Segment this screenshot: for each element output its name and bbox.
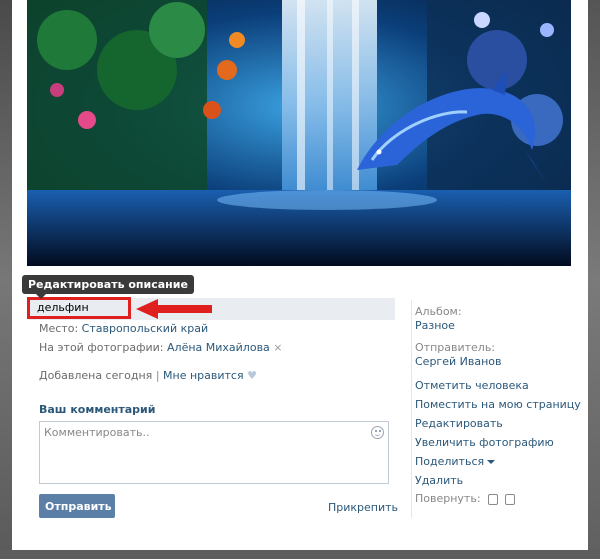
action-enlarge[interactable]: Увеличить фотографию: [415, 436, 554, 449]
tagged-label: На этой фотографии:: [39, 341, 164, 354]
like-link[interactable]: Мне нравится: [163, 369, 244, 382]
description-text: дельфин: [37, 301, 89, 314]
rotate-left-icon[interactable]: [487, 493, 498, 505]
album-link[interactable]: Разное: [415, 319, 455, 332]
album-label: Альбом:: [415, 305, 462, 318]
dim-overlay-bottom: [0, 549, 600, 559]
dim-overlay-left: [0, 0, 12, 559]
red-arrow-icon: [136, 299, 212, 319]
send-button[interactable]: Отправить: [39, 494, 115, 518]
place-row: Место: Ставропольский край: [39, 322, 208, 335]
tagged-person-link[interactable]: Алёна Михайлова: [167, 341, 270, 354]
sender-link[interactable]: Сергей Иванов: [415, 355, 501, 368]
comment-title: Ваш комментарий: [39, 403, 156, 416]
place-link[interactable]: Ставропольский край: [82, 322, 208, 335]
added-date: Добавлена сегодня: [39, 369, 153, 382]
share-label: Поделиться: [415, 455, 485, 468]
edit-description-tooltip: Редактировать описание: [22, 275, 194, 299]
place-label: Место:: [39, 322, 79, 335]
sender-label: Отправитель:: [415, 341, 496, 354]
added-row: Добавлена сегодня | Мне нравится ♥: [39, 369, 257, 382]
heart-icon[interactable]: ♥: [247, 369, 257, 382]
tagged-row: На этой фотографии: Алёна Михайлова ×: [39, 341, 283, 354]
separator: |: [155, 369, 160, 382]
chevron-down-icon: [487, 460, 496, 464]
action-post-to-page[interactable]: Поместить на мою страницу: [415, 398, 581, 411]
action-tag-person[interactable]: Отметить человека: [415, 379, 529, 392]
comment-placeholder: Комментировать..: [44, 426, 150, 439]
action-share[interactable]: Поделиться: [415, 455, 496, 468]
action-delete[interactable]: Удалить: [415, 474, 463, 487]
column-divider: [411, 300, 412, 518]
attach-link[interactable]: Прикрепить: [328, 501, 398, 514]
comment-input[interactable]: Комментировать..: [39, 421, 389, 484]
dim-overlay-right: [586, 0, 600, 559]
photo-image[interactable]: [27, 0, 571, 266]
rotate-row: Повернуть:: [415, 492, 515, 505]
rotate-label: Повернуть:: [415, 492, 481, 505]
dolphin-photo: [27, 0, 571, 266]
action-edit[interactable]: Редактировать: [415, 417, 503, 430]
rotate-right-icon[interactable]: [504, 493, 515, 505]
description-field[interactable]: дельфин: [27, 297, 131, 319]
smile-icon[interactable]: [371, 426, 384, 439]
remove-tag-icon[interactable]: ×: [273, 341, 282, 354]
